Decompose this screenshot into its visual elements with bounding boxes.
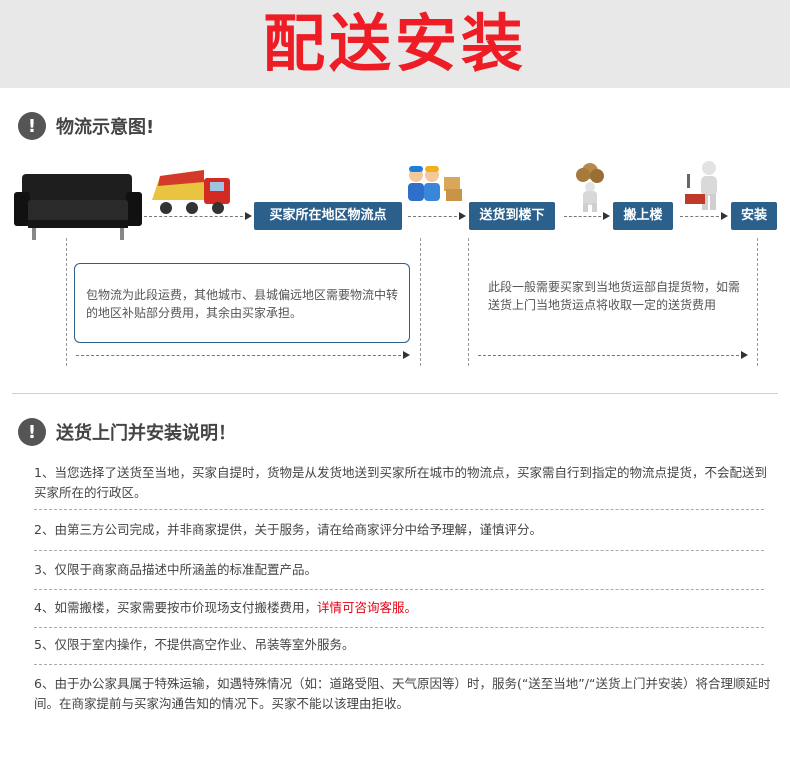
item-divider [34, 589, 764, 590]
warning-icon: ! [18, 418, 46, 446]
step-carry-upstairs: 搬上楼 [613, 202, 673, 230]
segment-boundary [420, 238, 421, 366]
section-divider [12, 393, 778, 394]
segment-arrow [76, 351, 410, 359]
item-divider [34, 664, 764, 665]
note-left: 包物流为此段运费，其他城市、县城偏远地区需要物流中转的地区补贴部分费用，其余由买… [86, 288, 399, 320]
flow-arrow [564, 212, 610, 220]
instruction-item: 6、由于办公家具属于特殊运输，如遇特殊情况（如：道路受阻、天气原因等）时，服务(… [34, 676, 771, 711]
logistics-title: 物流示意图! [56, 117, 155, 138]
banner-title: 配送安装 [262, 7, 527, 80]
segment-boundary [66, 238, 67, 366]
instruction-item: 5、仅限于室内操作，不提供高空作业、吊装等室外服务。 [34, 637, 355, 652]
logistics-header: ! 物流示意图! [18, 112, 154, 140]
step-deliver-downstairs: 送货到楼下 [469, 202, 555, 230]
segment-arrow [478, 351, 748, 359]
workers-icon [408, 166, 462, 201]
flow-arrow [144, 212, 252, 220]
installer-icon [685, 161, 717, 210]
instructions-header: ! 送货上门并安装说明！ [18, 418, 236, 446]
step-install: 安装 [731, 202, 777, 230]
step-logistics-point: 买家所在地区物流点 [254, 202, 402, 230]
instruction-item: 3、仅限于商家商品描述中所涵盖的标准配置产品。 [34, 562, 317, 577]
consult-highlight: 详情可咨询客服。 [316, 600, 417, 615]
item-divider [34, 550, 764, 551]
truck-icon [152, 170, 230, 214]
segment-boundary [757, 238, 758, 366]
item-divider [34, 627, 764, 628]
warning-icon: ! [18, 112, 46, 140]
porter-icon [576, 163, 604, 212]
flow-arrow [680, 212, 728, 220]
instruction-item: 4、如需搬楼，买家需要按市价现场支付搬楼费用，详情可咨询客服。 [34, 600, 417, 615]
banner: 配送安装 [0, 0, 790, 88]
instruction-item: 1、当您选择了送货至当地，买家自提时，货物是从发货地送到买家所在城市的物流点，买… [34, 465, 767, 500]
instruction-item: 2、由第三方公司完成，并非商家提供，关于服务，请在给商家评分中给予理解，谨慎评分… [34, 522, 542, 537]
segment-boundary [468, 238, 469, 366]
flow-arrow [408, 212, 466, 220]
item-divider [34, 509, 764, 510]
instructions-title: 送货上门并安装说明！ [56, 423, 236, 444]
sofa-icon [14, 174, 142, 240]
note-right: 此段一般需要买家到当地货运部自提货物，如需送货上门当地货运点将收取一定的送货费用 [488, 280, 741, 312]
